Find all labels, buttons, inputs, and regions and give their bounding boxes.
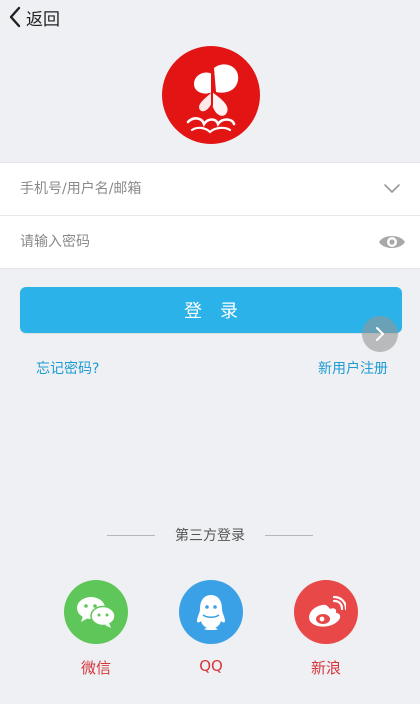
chevron-right-icon (376, 327, 384, 341)
weibo-circle (294, 580, 358, 644)
back-label: 返回 (26, 9, 60, 30)
password-row (0, 215, 420, 268)
qq-label: QQ (199, 657, 223, 675)
divider-left (107, 534, 155, 536)
wechat-circle (64, 580, 128, 644)
toggle-password-button[interactable] (378, 229, 406, 255)
eye-icon (379, 236, 405, 248)
divider-right (265, 534, 313, 536)
username-input[interactable] (20, 163, 360, 215)
register-link[interactable]: 新用户注册 (318, 358, 388, 378)
wechat-login-button[interactable]: 微信 (51, 580, 141, 678)
app-logo (162, 46, 260, 144)
qq-icon (197, 595, 225, 630)
third-party-login-title: 第三方登录 (0, 525, 420, 545)
wechat-icon (77, 597, 116, 628)
chevron-left-icon (9, 6, 21, 28)
third-party-title-text: 第三方登录 (175, 528, 245, 544)
qq-circle (179, 580, 243, 644)
butterfly-logo-icon (162, 46, 260, 144)
weibo-label: 新浪 (310, 659, 341, 677)
qq-login-button[interactable]: QQ (166, 580, 256, 675)
weibo-icon (309, 595, 346, 627)
account-dropdown-button[interactable] (378, 176, 406, 202)
floating-next-button[interactable] (362, 316, 398, 352)
chevron-down-icon (384, 184, 400, 193)
username-row (0, 163, 420, 215)
weibo-login-button[interactable]: 新浪 (281, 580, 371, 678)
password-input[interactable] (20, 216, 360, 268)
back-button[interactable]: 返回 (8, 4, 60, 30)
wechat-label: 微信 (80, 659, 111, 677)
login-button[interactable]: 登录 (20, 287, 402, 333)
login-form (0, 162, 420, 269)
forgot-password-link[interactable]: 忘记密码? (36, 358, 99, 378)
top-bar: 返回 (0, 0, 420, 36)
